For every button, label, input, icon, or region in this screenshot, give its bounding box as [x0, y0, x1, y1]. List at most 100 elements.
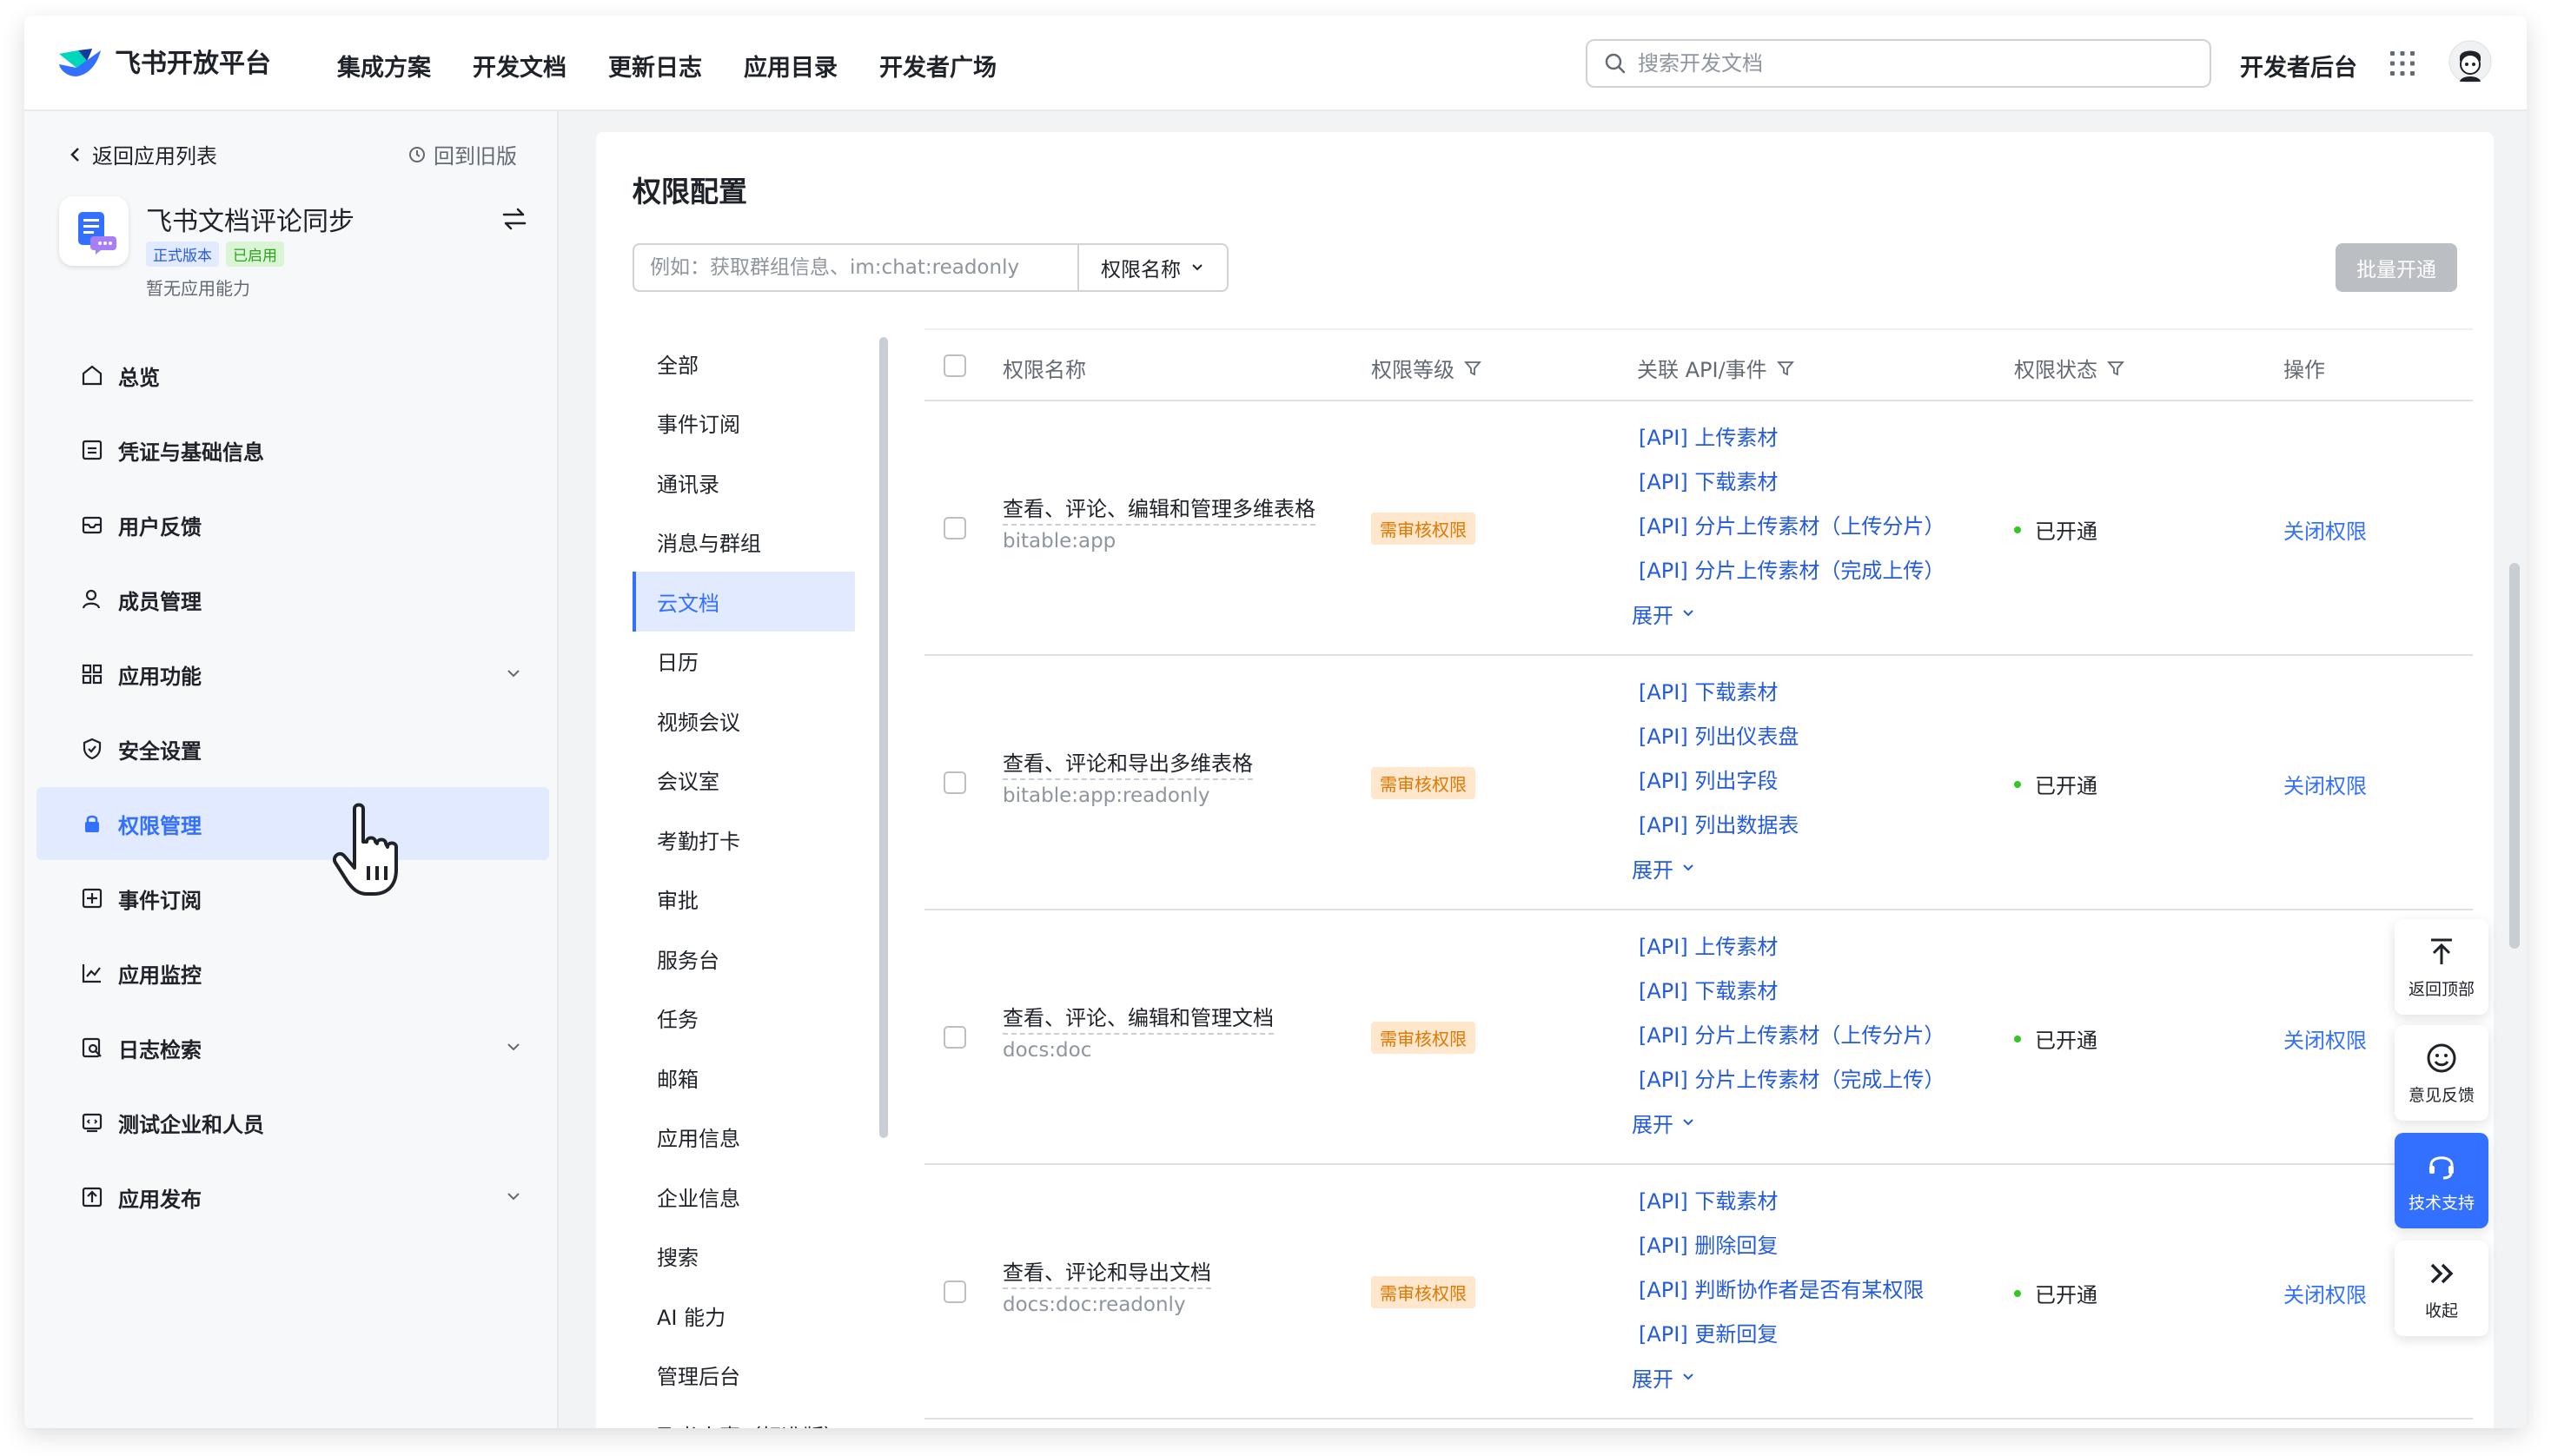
sidebar-item-log-search[interactable]: 日志检索: [36, 1011, 549, 1084]
switch-app-icon[interactable]: [500, 205, 528, 233]
credential-icon: [82, 440, 103, 460]
permission-name: 查看、评论、编辑和管理文档: [1003, 1001, 1274, 1035]
api-link[interactable]: [API] 分片上传素材（上传分片）: [1632, 1011, 1945, 1056]
back-to-old-version[interactable]: 回到旧版: [407, 139, 517, 169]
developer-console-link[interactable]: 开发者后台: [2240, 49, 2357, 83]
permission-scope: bitable:app: [1003, 530, 1116, 553]
collapse-button[interactable]: 收起: [2395, 1241, 2488, 1336]
category-item-approval[interactable]: 审批: [633, 870, 855, 930]
back-to-app-list[interactable]: 返回应用列表: [68, 139, 217, 169]
api-link[interactable]: [API] 下载素材: [1632, 668, 1799, 712]
row-checkbox[interactable]: [944, 517, 966, 539]
api-link[interactable]: [API] 分片上传素材（上传分片）: [1632, 502, 1945, 546]
nav-item-docs[interactable]: 开发文档: [473, 49, 567, 83]
api-link[interactable]: [API] 判断协作者是否有某权限: [1632, 1266, 1924, 1310]
category-item-calendar[interactable]: 日历: [633, 632, 855, 692]
category-item-search[interactable]: 搜索: [633, 1227, 855, 1287]
status-dot: [2014, 780, 2021, 788]
api-link[interactable]: [API] 列出数据表: [1632, 801, 1799, 845]
api-link[interactable]: [API] 删除回复: [1632, 1221, 1924, 1266]
api-link[interactable]: [API] 列出字段: [1632, 757, 1799, 801]
doc-search-box[interactable]: [1586, 39, 2211, 88]
sidebar-item-feedback[interactable]: 用户反馈: [36, 488, 549, 561]
category-item-task[interactable]: 任务: [633, 989, 855, 1049]
select-all-checkbox[interactable]: [944, 354, 966, 377]
api-link[interactable]: [API] 上传素材: [1632, 923, 1945, 967]
filter-icon[interactable]: [1776, 359, 1795, 378]
expand-toggle[interactable]: 展开: [1632, 1100, 1945, 1145]
status-label: 已开通: [2035, 520, 2097, 544]
category-item-ai[interactable]: AI 能力: [633, 1286, 855, 1346]
api-link[interactable]: [API] 下载素材: [1632, 1177, 1924, 1221]
batch-enable-button[interactable]: 批量开通: [2336, 243, 2457, 292]
api-link[interactable]: [API] 分片上传素材（完成上传）: [1632, 546, 1945, 591]
app-info-card: 飞书文档评论同步 正式版本 已启用 暂无应用能力: [59, 196, 528, 318]
nav-item-changelog[interactable]: 更新日志: [608, 49, 702, 83]
sidebar-item-publish[interactable]: 应用发布: [36, 1161, 549, 1234]
status-label: 已开通: [2035, 1029, 2097, 1053]
permission-config-panel: 权限配置 权限名称 批量开通 全部 事件订阅 通讯录 消息与群组 云文档 日历 …: [596, 132, 2494, 1428]
row-checkbox[interactable]: [944, 1281, 966, 1303]
feedback-button[interactable]: 意见反馈: [2395, 1025, 2488, 1121]
nav-item-app-directory[interactable]: 应用目录: [744, 49, 838, 83]
close-permission-link[interactable]: 关闭权限: [2283, 769, 2367, 799]
sidebar-item-test-tenant[interactable]: 测试企业和人员: [36, 1086, 549, 1159]
row-checkbox[interactable]: [944, 1026, 966, 1049]
tech-support-button[interactable]: 技术支持: [2395, 1133, 2488, 1228]
expand-toggle[interactable]: 展开: [1632, 845, 1799, 890]
category-item-all[interactable]: 全部: [633, 334, 855, 394]
category-item-docs[interactable]: 云文档: [633, 572, 855, 632]
sidebar-item-overview[interactable]: 总览: [36, 339, 549, 412]
api-link[interactable]: [API] 列出仪表盘: [1632, 712, 1799, 757]
page-scrollbar[interactable]: [2509, 563, 2520, 949]
category-item-contacts[interactable]: 通讯录: [633, 453, 855, 513]
api-link[interactable]: [API] 更新回复: [1632, 1310, 1924, 1354]
category-item-im[interactable]: 消息与群组: [633, 513, 855, 572]
category-item-admin[interactable]: 管理后台: [633, 1346, 855, 1406]
main-nav: 集成方案 开发文档 更新日志 应用目录 开发者广场: [337, 49, 997, 83]
filter-icon[interactable]: [1463, 359, 1482, 378]
sidebar-item-members[interactable]: 成员管理: [36, 563, 549, 636]
avatar[interactable]: [2448, 40, 2492, 83]
permission-search-input[interactable]: [633, 243, 1079, 292]
category-item-helpdesk[interactable]: 服务台: [633, 929, 855, 989]
api-link[interactable]: [API] 分片上传素材（完成上传）: [1632, 1056, 1945, 1100]
sidebar-item-security[interactable]: 安全设置: [36, 712, 549, 785]
sidebar-item-credentials[interactable]: 凭证与基础信息: [36, 414, 549, 486]
sidebar-item-monitoring[interactable]: 应用监控: [36, 936, 549, 1009]
category-scrollbar[interactable]: [879, 337, 888, 1138]
category-item-corehr[interactable]: 飞书人事（标准版）: [633, 1405, 855, 1428]
filter-field-select[interactable]: 权限名称: [1079, 243, 1229, 292]
filter-icon[interactable]: [2106, 359, 2125, 378]
sidebar-item-app-features[interactable]: 应用功能: [36, 638, 549, 711]
permission-level-tag: 需审核权限: [1371, 513, 1475, 545]
apps-grid-icon[interactable]: [2389, 50, 2415, 76]
close-permission-link[interactable]: 关闭权限: [2283, 1278, 2367, 1308]
chevron-down-icon: [1192, 264, 1203, 271]
api-link[interactable]: [API] 下载素材: [1632, 458, 1945, 502]
close-permission-link[interactable]: 关闭权限: [2283, 514, 2367, 545]
expand-toggle[interactable]: 展开: [1632, 591, 1945, 636]
sidebar-item-events[interactable]: 事件订阅: [36, 862, 549, 935]
close-permission-link[interactable]: 关闭权限: [2283, 1023, 2367, 1054]
double-chevron-right-icon: [2430, 1263, 2454, 1283]
brand[interactable]: 飞书开放平台: [57, 42, 271, 80]
category-item-attendance[interactable]: 考勤打卡: [633, 810, 855, 870]
api-link[interactable]: [API] 下载素材: [1632, 967, 1945, 1011]
category-item-tenant-info[interactable]: 企业信息: [633, 1167, 855, 1227]
back-to-top-button[interactable]: 返回顶部: [2395, 919, 2488, 1015]
category-item-app-info[interactable]: 应用信息: [633, 1108, 855, 1168]
sidebar-item-permissions[interactable]: 权限管理: [36, 787, 549, 860]
expand-toggle[interactable]: 展开: [1632, 1354, 1924, 1400]
category-item-vc[interactable]: 视频会议: [633, 691, 855, 751]
row-checkbox[interactable]: [944, 771, 966, 794]
category-item-meeting-room[interactable]: 会议室: [633, 751, 855, 811]
category-item-mail[interactable]: 邮箱: [633, 1048, 855, 1108]
search-input[interactable]: [1638, 51, 2159, 76]
app-window: 飞书开放平台 集成方案 开发文档 更新日志 应用目录 开发者广场 开发者后台: [24, 16, 2527, 1428]
nav-item-dev-plaza[interactable]: 开发者广场: [879, 49, 997, 83]
category-item-events[interactable]: 事件订阅: [633, 394, 855, 453]
permission-name: 查看、评论和导出文档: [1003, 1255, 1211, 1289]
api-link[interactable]: [API] 上传素材: [1632, 414, 1945, 458]
nav-item-solutions[interactable]: 集成方案: [337, 49, 431, 83]
